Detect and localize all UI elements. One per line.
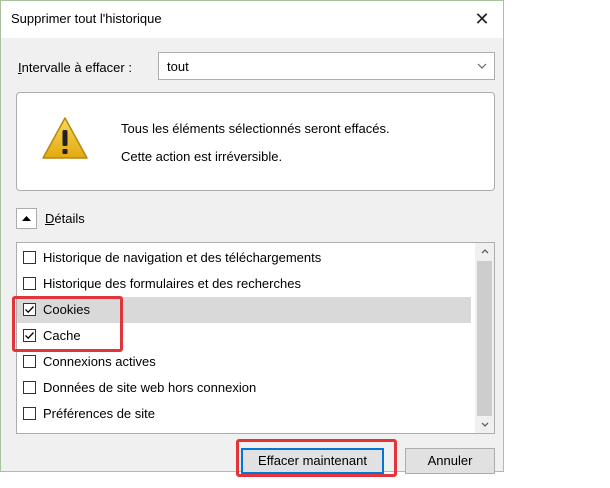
close-button[interactable]: ✕ [467, 5, 497, 33]
list-item-offline-data[interactable]: Données de site web hors connexion [17, 375, 471, 401]
forms-checkbox[interactable] [23, 277, 36, 290]
time-range-select[interactable]: tout [158, 52, 495, 80]
history-checkbox[interactable] [23, 251, 36, 264]
warning-line-1: Tous les éléments sélectionnés seront ef… [121, 121, 390, 136]
checkmark-icon [25, 306, 34, 314]
offline-data-checkbox[interactable] [23, 381, 36, 394]
history-items-list: Historique de navigation et des téléchar… [16, 242, 495, 434]
list-item-label: Données de site web hors connexion [43, 380, 257, 395]
time-range-label-text: ntervalle à effacer : [21, 60, 132, 75]
list-item-label: Cookies [43, 302, 90, 317]
list-scrollbar[interactable] [475, 243, 494, 433]
scroll-down-icon[interactable] [475, 416, 494, 433]
clear-history-dialog: Supprimer tout l'historique ✕ Intervalle… [0, 0, 504, 474]
list-item-site-preferences[interactable]: Préférences de site [17, 401, 471, 427]
list-item-cookies[interactable]: Cookies [17, 297, 471, 323]
details-toggle-button[interactable] [16, 208, 37, 229]
warning-line-2: Cette action est irréversible. [121, 149, 283, 164]
details-label-text: étails [54, 211, 85, 226]
list-item-forms[interactable]: Historique des formulaires et des recher… [17, 271, 471, 297]
cache-checkbox[interactable] [23, 329, 36, 342]
list-item-active-logins[interactable]: Connexions actives [17, 349, 471, 375]
scrollbar-thumb[interactable] [477, 261, 492, 416]
site-preferences-checkbox[interactable] [23, 407, 36, 420]
scroll-up-icon[interactable] [475, 243, 494, 260]
title-bar: Supprimer tout l'historique ✕ [1, 1, 503, 38]
warning-triangle-icon [41, 115, 89, 161]
list-item-label: Cache [43, 328, 81, 343]
cookies-checkbox[interactable] [23, 303, 36, 316]
clear-now-button[interactable]: Effacer maintenant [241, 448, 384, 474]
time-range-value: tout [167, 59, 189, 74]
active-logins-checkbox[interactable] [23, 355, 36, 368]
chevron-up-icon [22, 216, 31, 221]
checkmark-icon [25, 332, 34, 340]
time-range-label: Intervalle à effacer : [18, 60, 132, 75]
chevron-down-icon [476, 56, 488, 79]
cancel-button[interactable]: Annuler [405, 448, 495, 474]
list-item-label: Connexions actives [43, 354, 156, 369]
list-item-history[interactable]: Historique de navigation et des téléchar… [17, 245, 471, 271]
list-item-label: Historique de navigation et des téléchar… [43, 250, 322, 265]
list-item-label: Préférences de site [43, 406, 156, 421]
dialog-title: Supprimer tout l'historique [11, 11, 162, 26]
details-label: Détails [45, 211, 85, 226]
list-item-label: Historique des formulaires et des recher… [43, 276, 301, 291]
warning-panel: Tous les éléments sélectionnés seront ef… [16, 92, 495, 191]
list-item-cache[interactable]: Cache [17, 323, 471, 349]
details-access-key: D [45, 211, 55, 226]
